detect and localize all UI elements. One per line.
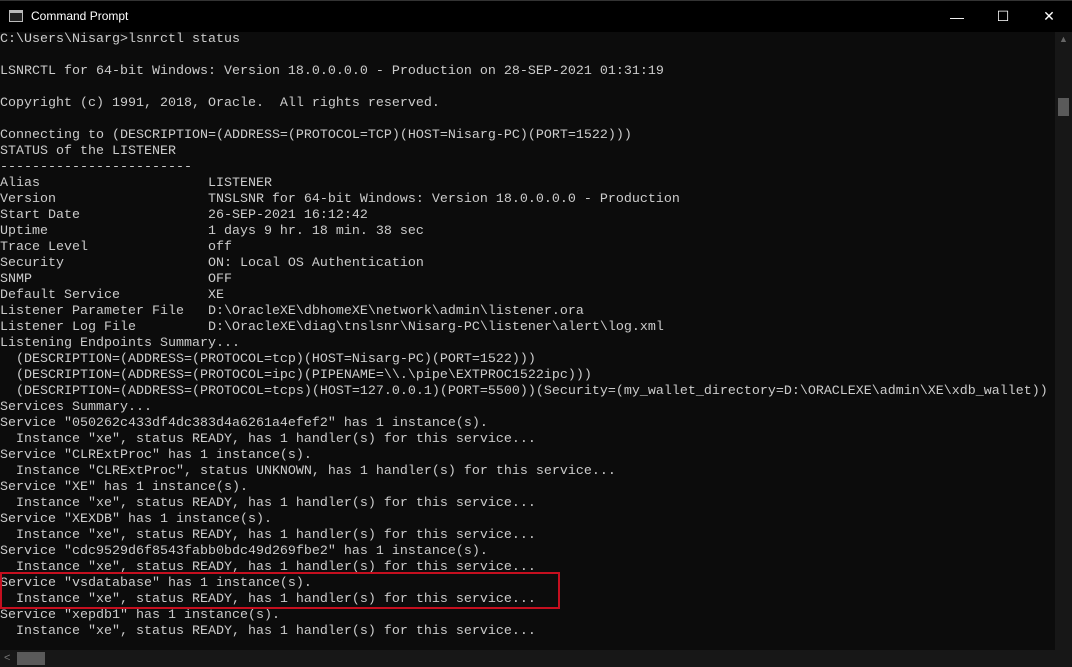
window-title: Command Prompt [31, 9, 129, 23]
terminal-line: Alias LISTENER [0, 176, 272, 191]
horizontal-scroll-thumb[interactable] [17, 652, 45, 665]
maximize-button[interactable]: ☐ [980, 1, 1026, 32]
command-prompt-icon[interactable] [9, 10, 23, 22]
terminal-line: Listening Endpoints Summary... [0, 336, 240, 351]
terminal-line: Instance "xe", status READY, has 1 handl… [0, 432, 536, 447]
terminal-line: Service "XEXDB" has 1 instance(s). [0, 512, 272, 527]
terminal-line: Uptime 1 days 9 hr. 18 min. 38 sec [0, 224, 424, 239]
terminal-line: Copyright (c) 1991, 2018, Oracle. All ri… [0, 96, 440, 111]
terminal-line: LSNRCTL for 64-bit Windows: Version 18.0… [0, 64, 664, 79]
terminal-line: Instance "xe", status READY, has 1 handl… [0, 624, 536, 639]
terminal-line: Service "xepdb1" has 1 instance(s). [0, 608, 280, 623]
terminal-line: Instance "xe", status READY, has 1 handl… [0, 496, 536, 511]
terminal-line: Default Service XE [0, 288, 224, 303]
terminal-line: Listener Parameter File D:\OracleXE\dbho… [0, 304, 584, 319]
terminal-line: (DESCRIPTION=(ADDRESS=(PROTOCOL=tcps)(HO… [0, 384, 1048, 399]
terminal-line: Trace Level off [0, 240, 232, 255]
terminal-line: Service "050262c433df4dc383d4a6261a4efef… [0, 416, 488, 431]
terminal-line: (DESCRIPTION=(ADDRESS=(PROTOCOL=tcp)(HOS… [0, 352, 536, 367]
terminal-output[interactable]: C:\Users\Nisarg>lsnrctl status LSNRCTL fo… [0, 32, 1055, 650]
vertical-scroll-thumb[interactable] [1058, 98, 1069, 116]
terminal-line: Version TNSLSNR for 64-bit Windows: Vers… [0, 192, 680, 207]
title-bar: Command Prompt — ☐ ✕ [0, 0, 1072, 32]
terminal-line: SNMP OFF [0, 272, 232, 287]
terminal-line: Service "CLRExtProc" has 1 instance(s). [0, 448, 312, 463]
vertical-scrollbar[interactable]: ▲ [1055, 32, 1072, 650]
terminal-line: Service "XE" has 1 instance(s). [0, 480, 248, 495]
scroll-left-arrow-icon[interactable]: < [4, 652, 10, 664]
highlight-box-vsdatabase [0, 572, 560, 609]
minimize-button[interactable]: — [934, 1, 980, 32]
terminal-line: C:\Users\Nisarg>lsnrctl status [0, 32, 240, 47]
terminal-line: Instance "xe", status READY, has 1 handl… [0, 528, 536, 543]
terminal-line: Service "cdc9529d6f8543fabb0bdc49d269fbe… [0, 544, 488, 559]
terminal-line: ------------------------ [0, 160, 192, 175]
scrollbar-corner [1055, 650, 1072, 667]
terminal-line: Instance "CLRExtProc", status UNKNOWN, h… [0, 464, 616, 479]
terminal-line: Start Date 26-SEP-2021 16:12:42 [0, 208, 368, 223]
terminal-line: Connecting to (DESCRIPTION=(ADDRESS=(PRO… [0, 128, 632, 143]
terminal-line: Security ON: Local OS Authentication [0, 256, 424, 271]
close-button[interactable]: ✕ [1026, 1, 1072, 32]
terminal-line: Services Summary... [0, 400, 152, 415]
scroll-up-arrow-icon[interactable]: ▲ [1055, 34, 1072, 44]
terminal-line: Listener Log File D:\OracleXE\diag\tnsls… [0, 320, 664, 335]
terminal-line: STATUS of the LISTENER [0, 144, 176, 159]
terminal-line: (DESCRIPTION=(ADDRESS=(PROTOCOL=ipc)(PIP… [0, 368, 592, 383]
horizontal-scrollbar[interactable]: < [0, 650, 1055, 667]
